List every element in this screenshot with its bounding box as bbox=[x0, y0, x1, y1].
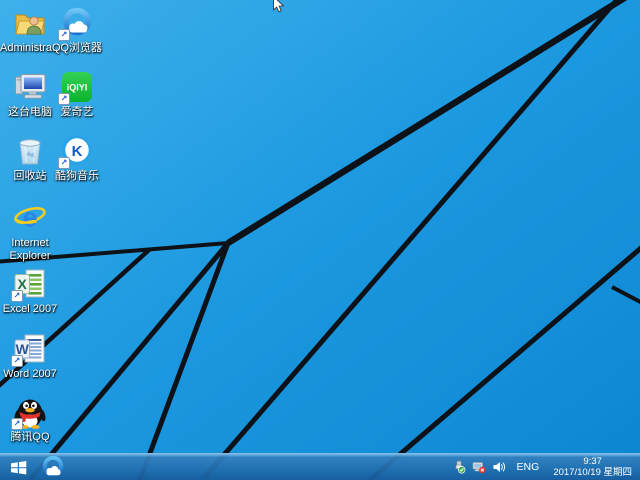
start-button[interactable] bbox=[0, 454, 36, 480]
desktop-icon-internet-explorer[interactable]: e Internet Explorer bbox=[0, 201, 60, 263]
desktop-icon-iqiyi[interactable]: iQIYI ↗ 爱奇艺 bbox=[47, 70, 107, 119]
taskbar: ENG 9:37 2017/10/19 星期四 bbox=[0, 453, 640, 480]
language-indicator[interactable]: ENG bbox=[512, 461, 545, 473]
desktop-icon-tencent-qq[interactable]: ↗ 腾讯QQ bbox=[0, 395, 60, 444]
word-icon: W ↗ bbox=[11, 332, 47, 367]
desktop-icon-excel-2007[interactable]: X ↗ Excel 2007 bbox=[0, 267, 60, 316]
shortcut-arrow-icon: ↗ bbox=[11, 418, 23, 430]
clock-date: 2017/10/19 星期四 bbox=[553, 467, 632, 478]
taskbar-qq-browser-button[interactable] bbox=[36, 454, 70, 480]
icon-label: 爱奇艺 bbox=[60, 106, 94, 118]
icon-label: 酷狗音乐 bbox=[55, 170, 99, 182]
recycle-bin-icon bbox=[13, 134, 47, 168]
usb-safely-remove-icon[interactable] bbox=[452, 460, 467, 475]
qq-browser-icon: ↗ bbox=[58, 6, 94, 41]
kugou-k-glyph: K bbox=[72, 143, 83, 160]
shortcut-arrow-icon: ↗ bbox=[58, 29, 70, 41]
kugou-music-icon: K ↗ bbox=[58, 134, 94, 169]
network-disconnected-icon[interactable] bbox=[472, 460, 487, 475]
desktop-icon-qq-browser[interactable]: ↗ QQ浏览器 bbox=[47, 6, 107, 55]
icon-label: QQ浏览器 bbox=[51, 42, 103, 54]
icon-label: Internet Explorer bbox=[9, 237, 51, 262]
iqiyi-logo-text: iQIYI bbox=[67, 83, 88, 93]
internet-explorer-icon: e bbox=[13, 201, 47, 235]
system-tray: ENG 9:37 2017/10/19 星期四 bbox=[452, 454, 640, 480]
desktop: Administra... ↗ QQ浏览器 这台电脑 iQIYI ↗ 爱奇艺 回… bbox=[0, 0, 640, 480]
computer-icon bbox=[13, 70, 47, 104]
iqiyi-icon: iQIYI ↗ bbox=[58, 70, 94, 105]
taskbar-clock[interactable]: 9:37 2017/10/19 星期四 bbox=[549, 456, 636, 478]
windows-logo-icon bbox=[10, 460, 26, 474]
qq-penguin-icon: ↗ bbox=[11, 395, 47, 430]
desktop-icon-kugou-music[interactable]: K ↗ 酷狗音乐 bbox=[47, 134, 107, 183]
volume-icon[interactable] bbox=[492, 460, 507, 475]
ie-e-glyph: e bbox=[22, 203, 37, 233]
icon-label: Excel 2007 bbox=[2, 303, 58, 315]
mouse-cursor-icon bbox=[273, 0, 285, 13]
icon-label: 腾讯QQ bbox=[10, 431, 50, 443]
shortcut-arrow-icon: ↗ bbox=[11, 355, 23, 367]
qq-browser-icon bbox=[42, 455, 64, 477]
shortcut-arrow-icon: ↗ bbox=[58, 93, 70, 105]
desktop-icon-word-2007[interactable]: W ↗ Word 2007 bbox=[0, 332, 60, 381]
shortcut-arrow-icon: ↗ bbox=[11, 290, 23, 302]
user-folder-icon bbox=[13, 6, 47, 40]
clock-time: 9:37 bbox=[583, 456, 602, 467]
shortcut-arrow-icon: ↗ bbox=[58, 157, 70, 169]
icon-label: Word 2007 bbox=[3, 368, 57, 380]
excel-icon: X ↗ bbox=[11, 267, 47, 302]
